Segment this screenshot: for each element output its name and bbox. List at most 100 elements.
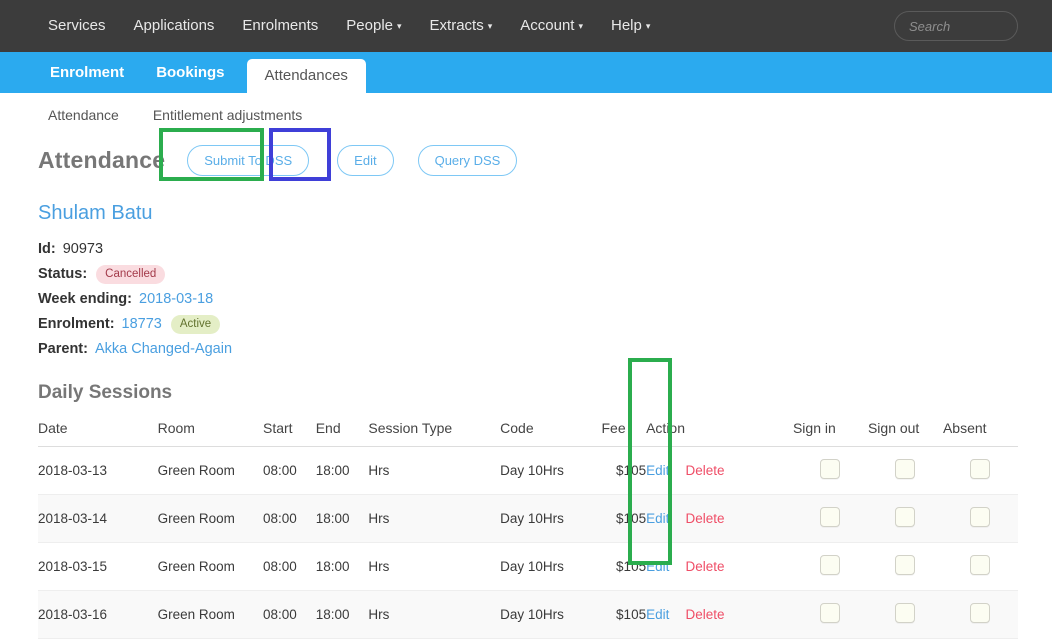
page-content: Attendance Submit To DSS Edit Query DSS …	[0, 145, 1052, 639]
cell-code: Day 10Hrs	[500, 542, 602, 591]
cell-room: Green Room	[157, 542, 263, 591]
tab-attendances[interactable]: Attendances	[246, 59, 366, 93]
row-edit-link[interactable]: Edit	[646, 511, 669, 526]
menu-item-label: Applications	[133, 17, 215, 34]
detail-row: Week ending: 2018-03-18	[38, 289, 1018, 310]
sign-in-checkbox[interactable]	[820, 507, 841, 527]
detail-value-link[interactable]: 18773	[122, 314, 162, 335]
table-header-row: Date Room Start End Session Type Code Fe…	[38, 414, 1018, 447]
record-details: Id: 90973 Status: Cancelled Week ending: 2018…	[38, 239, 1018, 360]
cell-room: Green Room	[157, 590, 263, 639]
chevron-down-icon: ▾	[487, 20, 493, 31]
row-delete-link[interactable]: Delete	[686, 559, 725, 574]
cell-sign-out	[867, 542, 943, 591]
sign-out-checkbox[interactable]	[895, 507, 916, 527]
daily-sessions-title: Daily Sessions	[38, 382, 173, 403]
table-row: 2018-03-15 Green Room 08:00 18:00 Hrs Day 10H…	[38, 542, 1018, 591]
sign-in-checkbox[interactable]	[820, 555, 841, 575]
detail-value-link[interactable]: 2018-03-18	[139, 289, 213, 310]
cell-session-type: Hrs	[368, 590, 501, 639]
tab-enrolment[interactable]: Enrolment	[34, 52, 140, 93]
main-menu: Services Applications Enrolments People ▾ Ext…	[34, 0, 664, 53]
cell-start: 08:00	[263, 494, 316, 543]
row-delete-link[interactable]: Delete	[686, 511, 725, 526]
absent-checkbox[interactable]	[970, 603, 991, 623]
cell-code: Day 10Hrs	[500, 590, 602, 639]
table-row: 2018-03-14 Green Room 08:00 18:00 Hrs Day 10H…	[38, 494, 1018, 543]
absent-checkbox[interactable]	[970, 555, 991, 575]
row-edit-link[interactable]: Edit	[646, 559, 669, 574]
chevron-down-icon: ▾	[645, 20, 651, 31]
search-input[interactable]	[895, 12, 1052, 40]
cell-absent	[942, 590, 1018, 639]
row-edit-link[interactable]: Edit	[646, 463, 669, 478]
cell-session-type: Hrs	[368, 446, 501, 495]
column-header-code: Code	[500, 414, 602, 447]
menu-item-label: People	[346, 16, 394, 34]
table-row: 2018-03-16 Green Room 08:00 18:00 Hrs Day 10H…	[38, 590, 1018, 639]
detail-label: Enrolment:	[38, 316, 115, 332]
cell-action-edit: Edit	[646, 494, 686, 543]
page-title: Attendance	[38, 147, 166, 173]
detail-label: Week ending:	[38, 291, 132, 307]
menu-item-services[interactable]: Services	[34, 0, 120, 52]
cell-sign-out	[867, 590, 943, 639]
cell-action-edit: Edit	[646, 590, 686, 639]
tab-list: Enrolment Bookings Attendances	[34, 52, 366, 93]
cell-date: 2018-03-14	[38, 494, 158, 543]
detail-row: Enrolment: 18773 Active	[38, 314, 1018, 335]
edit-button[interactable]: Edit	[337, 145, 394, 176]
menu-item-people[interactable]: People ▾	[332, 0, 415, 53]
row-delete-link[interactable]: Delete	[686, 607, 725, 622]
cell-sign-in	[792, 494, 868, 543]
absent-checkbox[interactable]	[970, 507, 991, 527]
cell-start: 08:00	[263, 446, 316, 495]
cell-fee: $105	[601, 494, 647, 543]
search-box[interactable]	[894, 11, 1052, 41]
detail-row: Id: 90973	[38, 239, 1018, 260]
column-header-absent: Absent	[942, 414, 1018, 447]
cell-sign-out	[867, 494, 943, 543]
submit-to-dss-button[interactable]: Submit To DSS	[187, 145, 310, 176]
column-header-session-type: Session Type	[368, 414, 501, 447]
detail-value: 90973	[62, 241, 104, 257]
cell-end: 18:00	[315, 542, 369, 591]
page-header-row: Attendance Submit To DSS Edit Query DSS	[38, 145, 1018, 176]
chevron-down-icon: ▾	[397, 20, 402, 31]
cell-start: 08:00	[263, 542, 316, 591]
table-row: 2018-03-13 Green Room 08:00 18:00 Hrs Day 10H…	[38, 446, 1018, 495]
detail-row: Status: Cancelled	[38, 264, 1018, 285]
sign-out-checkbox[interactable]	[895, 459, 916, 479]
cell-room: Green Room	[157, 494, 263, 543]
absent-checkbox[interactable]	[970, 459, 991, 479]
column-header-action-extra	[685, 414, 793, 447]
column-header-sign-out: Sign out	[867, 414, 943, 447]
menu-item-enrolments[interactable]: Enrolments	[228, 0, 332, 52]
cell-date: 2018-03-13	[38, 446, 158, 495]
subnav-item-attendance[interactable]: Attendance	[48, 107, 119, 123]
cell-action-delete: Delete	[685, 542, 793, 591]
column-header-fee: Fee	[601, 414, 647, 447]
cell-fee: $105	[601, 542, 647, 591]
cell-action-edit: Edit	[646, 542, 686, 591]
menu-item-help[interactable]: Help ▾	[597, 0, 664, 53]
sign-out-checkbox[interactable]	[895, 555, 916, 575]
detail-value-link[interactable]: Akka Changed-Again	[95, 339, 232, 360]
cell-sign-out	[867, 446, 943, 495]
cell-code: Day 10Hrs	[500, 494, 602, 543]
person-name-link[interactable]: Shulam Batu	[38, 202, 1018, 225]
tab-bookings[interactable]: Bookings	[140, 52, 240, 93]
row-delete-link[interactable]: Delete	[686, 463, 725, 478]
row-edit-link[interactable]: Edit	[646, 607, 669, 622]
subnav-item-entitlement-adjustments[interactable]: Entitlement adjustments	[153, 107, 302, 123]
menu-item-extracts[interactable]: Extracts ▾	[416, 0, 507, 53]
sign-in-checkbox[interactable]	[820, 459, 841, 479]
menu-item-applications[interactable]: Applications	[120, 0, 229, 52]
cell-end: 18:00	[315, 590, 369, 639]
query-dss-button[interactable]: Query DSS	[417, 145, 518, 176]
sign-in-checkbox[interactable]	[820, 603, 841, 623]
menu-item-account[interactable]: Account ▾	[506, 0, 597, 53]
sign-out-checkbox[interactable]	[895, 603, 916, 623]
cell-session-type: Hrs	[368, 494, 501, 543]
cell-sign-in	[792, 446, 868, 495]
